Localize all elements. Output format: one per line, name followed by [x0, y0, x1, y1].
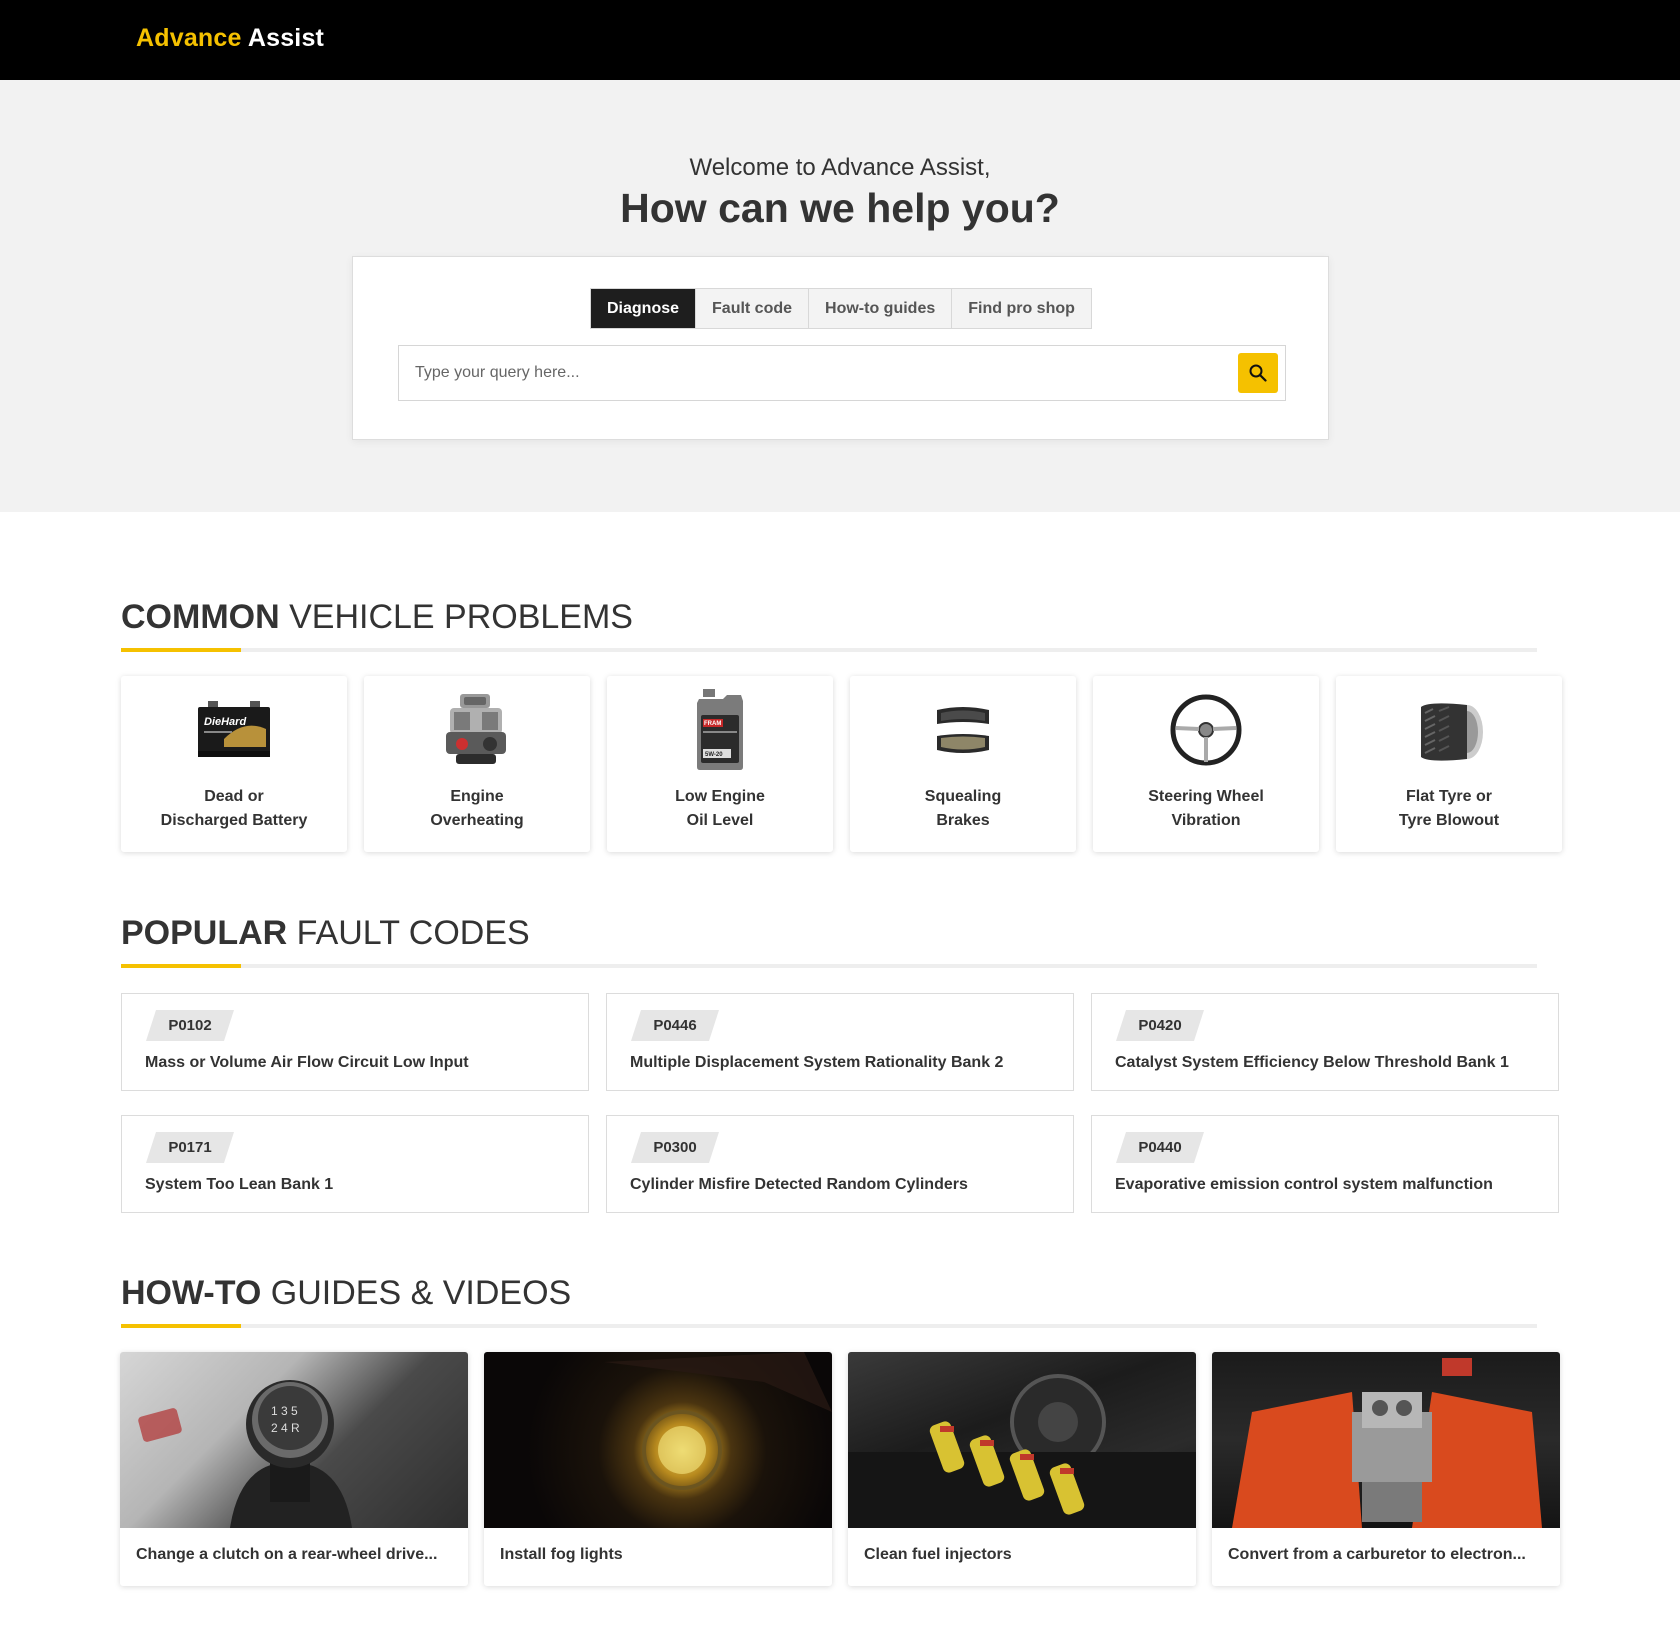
problem-card-battery[interactable]: DieHard Dead or Discharged Battery — [121, 676, 347, 852]
logo-assist: Assist — [247, 24, 325, 52]
svg-text:DieHard: DieHard — [204, 716, 246, 728]
oil-jug-icon: FRAM 5W-20 — [607, 689, 833, 770]
section-underline — [121, 648, 1537, 652]
tab-diagnose[interactable]: Diagnose — [591, 289, 696, 328]
gear-shifter-photo: 1 3 5 2 4 R — [120, 1352, 468, 1528]
section-title-fault-codes: POPULAR FAULT CODES — [121, 914, 530, 953]
problem-label: Dead or Discharged Battery — [160, 788, 308, 829]
fault-code-tag: P0440 — [1116, 1132, 1204, 1163]
fault-code-description: Mass or Volume Air Flow Circuit Low Inpu… — [145, 1054, 469, 1071]
fault-code-tag: P0420 — [1116, 1010, 1204, 1041]
problem-label: Low Engine Oil Level — [675, 788, 765, 829]
fault-code-card[interactable]: P0446 Multiple Displacement System Ratio… — [606, 993, 1074, 1091]
svg-text:5W-20: 5W-20 — [705, 752, 723, 758]
problem-label: Flat Tyre or Tyre Blowout — [1398, 788, 1500, 829]
problem-label: Squealing Brakes — [924, 788, 1002, 829]
problem-card-brakes[interactable]: Squealing Brakes — [850, 676, 1076, 852]
guide-card[interactable]: 1 3 5 2 4 R Change a clutch on a rear-wh… — [120, 1352, 468, 1586]
fog-light-photo — [484, 1352, 832, 1528]
fault-code-card[interactable]: P0102 Mass or Volume Air Flow Circuit Lo… — [121, 993, 589, 1091]
search-mode-tabs: Diagnose Fault code How-to guides Find p… — [590, 288, 1092, 329]
guide-card[interactable]: Convert from a carburetor to electron... — [1212, 1352, 1560, 1586]
search-icon — [1249, 364, 1267, 382]
fault-code-card[interactable]: P0171 System Too Lean Bank 1 — [121, 1115, 589, 1213]
section-underline — [121, 1324, 1537, 1328]
problem-card-oil[interactable]: FRAM 5W-20 Low Engine Oil Level — [607, 676, 833, 852]
fault-code-description: Evaporative emission control system malf… — [1115, 1176, 1493, 1193]
problem-label: Steering Wheel Vibration — [1148, 788, 1264, 829]
search-box — [398, 345, 1286, 401]
steering-wheel-icon — [1093, 690, 1319, 770]
brake-pads-icon — [850, 690, 1076, 770]
guide-card[interactable]: Install fog lights — [484, 1352, 832, 1586]
svg-text:FRAM: FRAM — [704, 721, 721, 727]
section-title-guides: HOW-TO GUIDES & VIDEOS — [121, 1274, 571, 1313]
carburetor-engine-photo — [1212, 1352, 1560, 1528]
fault-code-card[interactable]: P0440 Evaporative emission control syste… — [1091, 1115, 1559, 1213]
fault-code-description: Cylinder Misfire Detected Random Cylinde… — [630, 1176, 968, 1193]
search-panel: Diagnose Fault code How-to guides Find p… — [352, 256, 1329, 440]
fault-code-card[interactable]: P0420 Catalyst System Efficiency Below T… — [1091, 993, 1559, 1091]
title-light: FAULT CODES — [287, 914, 530, 952]
problem-card-tyre[interactable]: Flat Tyre or Tyre Blowout — [1336, 676, 1562, 852]
problem-card-steering[interactable]: Steering Wheel Vibration — [1093, 676, 1319, 852]
fault-code-tag: P0102 — [146, 1010, 234, 1041]
section-underline — [121, 964, 1537, 968]
guide-caption: Clean fuel injectors — [864, 1546, 1012, 1563]
tab-find-pro-shop[interactable]: Find pro shop — [951, 289, 1091, 328]
tyre-icon — [1336, 690, 1562, 770]
title-light: VEHICLE PROBLEMS — [279, 598, 633, 636]
guide-caption: Install fog lights — [500, 1546, 623, 1563]
fault-code-description: Catalyst System Efficiency Below Thresho… — [1115, 1054, 1509, 1071]
title-bold: COMMON — [121, 598, 280, 636]
welcome-text: Welcome to Advance Assist, — [689, 154, 991, 181]
search-button[interactable] — [1238, 353, 1278, 393]
problem-label: Engine Overheating — [430, 788, 524, 829]
fault-code-tag: P0300 — [631, 1132, 719, 1163]
page-headline: How can we help you? — [620, 185, 1060, 231]
engine-icon — [364, 690, 590, 770]
fault-code-tag: P0171 — [146, 1132, 234, 1163]
fault-code-description: Multiple Displacement System Rationality… — [630, 1054, 1004, 1071]
section-title-problems: COMMON VEHICLE PROBLEMS — [121, 598, 633, 637]
battery-icon: DieHard — [121, 690, 347, 770]
title-light: GUIDES & VIDEOS — [261, 1274, 572, 1312]
fault-code-description: System Too Lean Bank 1 — [145, 1176, 334, 1193]
svg-text:1 3 5: 1 3 5 — [271, 1404, 298, 1418]
svg-text:2 4 R: 2 4 R — [271, 1421, 300, 1435]
problem-card-engine[interactable]: Engine Overheating — [364, 676, 590, 852]
title-bold: HOW-TO — [121, 1274, 262, 1312]
tab-how-to-guides[interactable]: How-to guides — [808, 289, 951, 328]
fault-code-card[interactable]: P0300 Cylinder Misfire Detected Random C… — [606, 1115, 1074, 1213]
top-navigation-bar: Advance Assist — [0, 0, 1680, 80]
fault-code-tag: P0446 — [631, 1010, 719, 1041]
title-bold: POPULAR — [121, 914, 288, 952]
site-logo[interactable]: Advance Assist — [136, 24, 324, 53]
fuel-injectors-photo — [848, 1352, 1196, 1528]
search-input[interactable] — [399, 346, 1219, 400]
logo-advance: Advance — [136, 24, 242, 52]
guide-caption: Change a clutch on a rear-wheel drive... — [136, 1546, 438, 1563]
guide-caption: Convert from a carburetor to electron... — [1228, 1546, 1526, 1563]
guide-card[interactable]: Clean fuel injectors — [848, 1352, 1196, 1586]
tab-fault-code[interactable]: Fault code — [695, 289, 808, 328]
